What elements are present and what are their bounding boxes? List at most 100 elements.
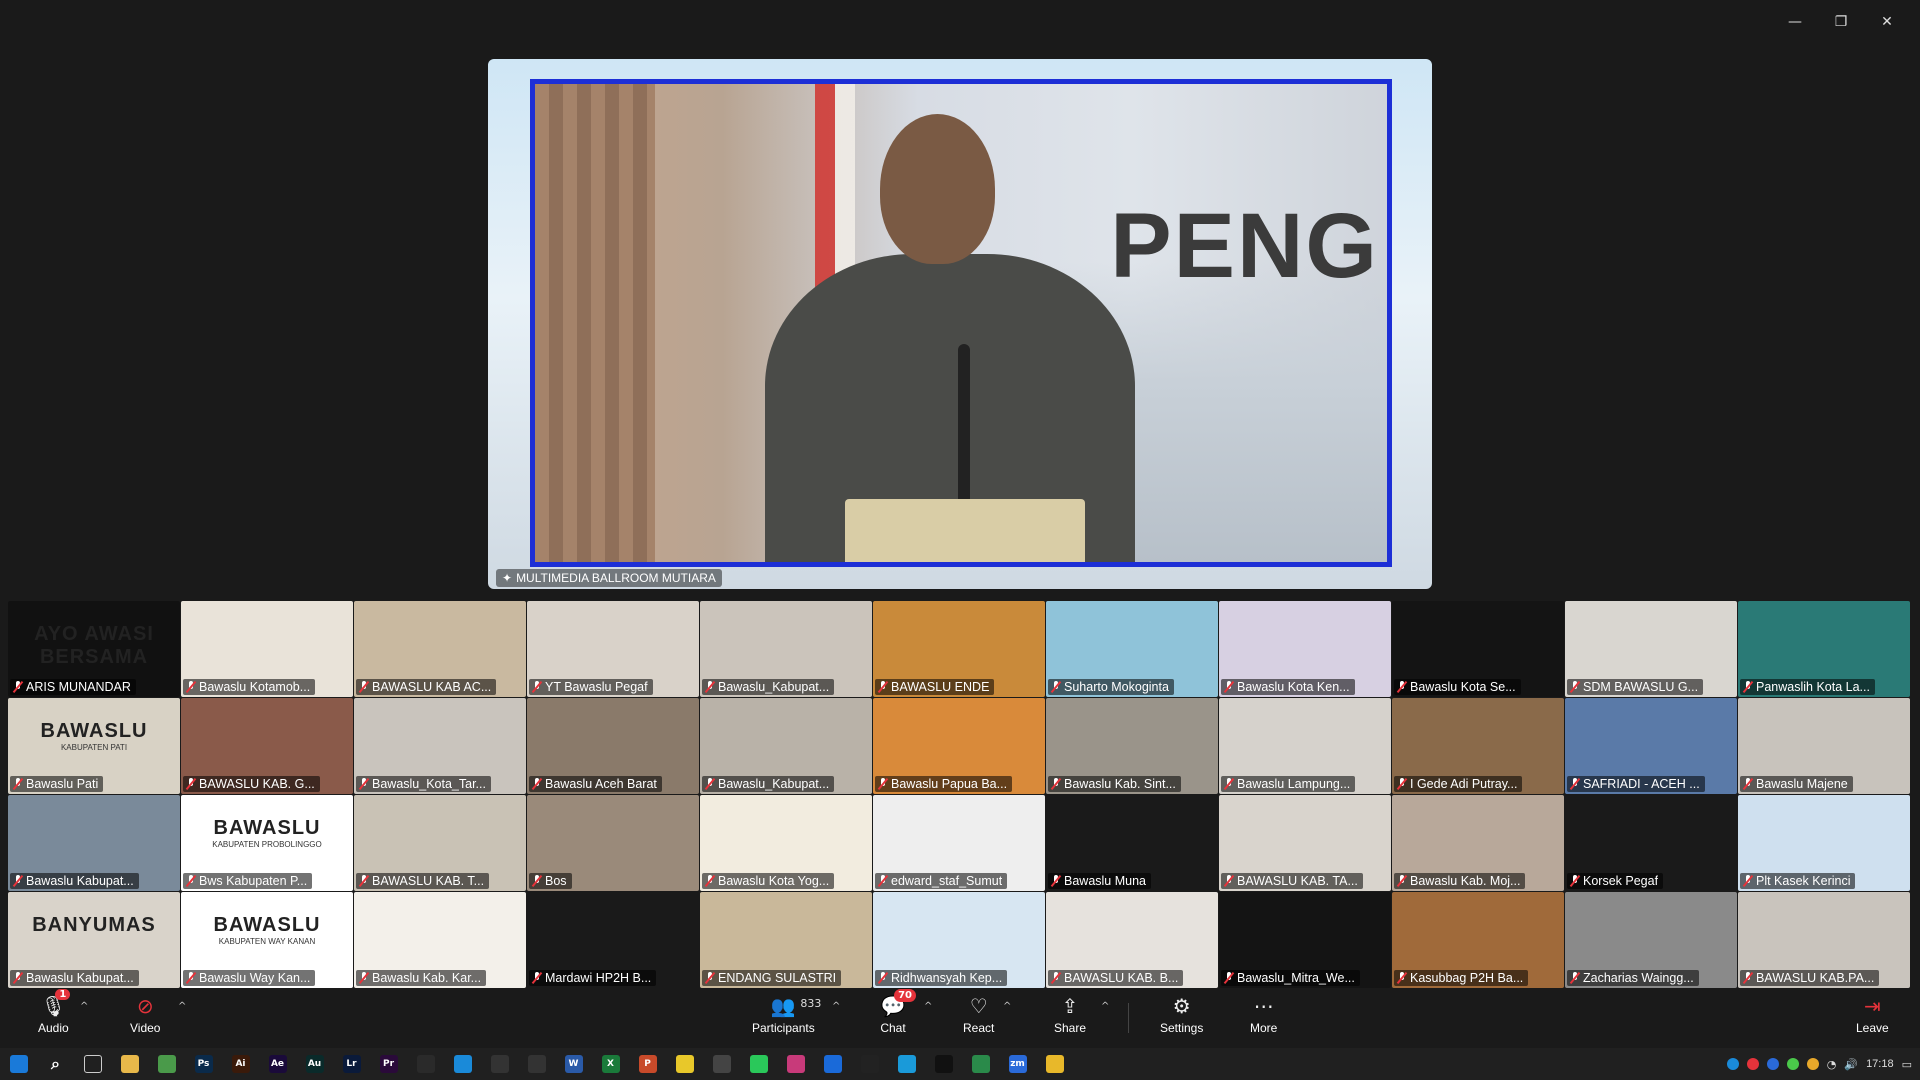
taskbar-app-button[interactable]: Ps bbox=[185, 1048, 222, 1080]
participant-tile[interactable]: Kasubbag P2H Ba... bbox=[1392, 892, 1564, 988]
taskbar-app-button[interactable] bbox=[703, 1048, 740, 1080]
search-button[interactable]: ⌕ bbox=[37, 1048, 74, 1080]
taskbar-app-button[interactable] bbox=[407, 1048, 444, 1080]
participant-tile[interactable]: Bawaslu Majene bbox=[1738, 698, 1910, 794]
participant-tile[interactable]: Bawaslu Kab. Sint... bbox=[1046, 698, 1218, 794]
audio-options-caret[interactable]: ^ bbox=[80, 1001, 88, 1012]
taskbar-app-button[interactable]: Pr bbox=[370, 1048, 407, 1080]
participant-tile[interactable]: Ridhwansyah Kep... bbox=[873, 892, 1045, 988]
taskbar-app-button[interactable] bbox=[444, 1048, 481, 1080]
participant-tile[interactable]: BAWASLU KAB.PA... bbox=[1738, 892, 1910, 988]
task-view-button[interactable] bbox=[74, 1048, 111, 1080]
participant-tile[interactable]: Bawaslu Muna bbox=[1046, 795, 1218, 891]
start-button[interactable] bbox=[0, 1048, 37, 1080]
participants-options-caret[interactable]: ^ bbox=[832, 1001, 840, 1012]
participant-tile[interactable]: Panwaslih Kota La... bbox=[1738, 601, 1910, 697]
participant-tile[interactable]: BAWASLU KAB. G... bbox=[181, 698, 353, 794]
participant-tile[interactable]: BAWASLU KAB. TA... bbox=[1219, 795, 1391, 891]
taskbar-app-button[interactable]: Ae bbox=[259, 1048, 296, 1080]
taskbar-app-button[interactable] bbox=[1036, 1048, 1073, 1080]
notification-icon[interactable]: ▭ bbox=[1902, 1058, 1912, 1071]
taskbar-app-button[interactable]: Lr bbox=[333, 1048, 370, 1080]
taskbar-app-button[interactable] bbox=[888, 1048, 925, 1080]
taskbar-app-button[interactable]: zm bbox=[999, 1048, 1036, 1080]
clock[interactable]: 17:18 bbox=[1866, 1058, 1894, 1070]
participant-tile[interactable]: YT Bawaslu Pegaf bbox=[527, 601, 699, 697]
video-button[interactable]: ⊘ Video bbox=[130, 994, 160, 1035]
taskbar-app-button[interactable] bbox=[925, 1048, 962, 1080]
participant-tile[interactable]: Bawaslu Lampung... bbox=[1219, 698, 1391, 794]
participant-tile[interactable]: I Gede Adi Putray... bbox=[1392, 698, 1564, 794]
minimize-button[interactable]: — bbox=[1772, 10, 1818, 34]
taskbar-app-button[interactable] bbox=[814, 1048, 851, 1080]
taskbar-app-button[interactable] bbox=[666, 1048, 703, 1080]
taskbar-app-button[interactable] bbox=[111, 1048, 148, 1080]
taskbar-app-button[interactable]: P bbox=[629, 1048, 666, 1080]
taskbar-app-button[interactable] bbox=[148, 1048, 185, 1080]
participant-tile[interactable]: BAWASLU ENDE bbox=[873, 601, 1045, 697]
taskbar-app-button[interactable]: Au bbox=[296, 1048, 333, 1080]
participant-tile[interactable]: Bawaslu_Kabupat... bbox=[700, 601, 872, 697]
participant-tile[interactable]: Bawaslu_Kabupat... bbox=[700, 698, 872, 794]
participant-tile[interactable]: Bawaslu_Mitra_We... bbox=[1219, 892, 1391, 988]
close-button[interactable]: ✕ bbox=[1864, 10, 1910, 34]
tray-app-icon[interactable] bbox=[1746, 1058, 1759, 1070]
share-button[interactable]: ⇪ Share bbox=[1054, 994, 1086, 1035]
video-options-caret[interactable]: ^ bbox=[178, 1001, 186, 1012]
participant-tile[interactable]: Bawaslu Kab. Moj... bbox=[1392, 795, 1564, 891]
participant-tile[interactable]: Korsek Pegaf bbox=[1565, 795, 1737, 891]
participant-tile[interactable]: ENDANG SULASTRI bbox=[700, 892, 872, 988]
participant-tile[interactable]: Bawaslu_Kota_Tar... bbox=[354, 698, 526, 794]
participant-tile[interactable]: Bawaslu Kabupat... bbox=[8, 795, 180, 891]
participant-tile[interactable]: BAWASLU KABUPATEN PATI Bawaslu Pati bbox=[8, 698, 180, 794]
participant-tile[interactable]: Bawaslu Papua Ba... bbox=[873, 698, 1045, 794]
audio-button[interactable]: 🎙 1 Audio bbox=[38, 989, 71, 1035]
maximize-button[interactable]: ❐ bbox=[1818, 10, 1864, 34]
participant-tile[interactable]: BAWASLU KABUPATEN PROBOLINGGO Bws Kabupate… bbox=[181, 795, 353, 891]
participant-tile[interactable]: BANYUMAS Bawaslu Kabupat... bbox=[8, 892, 180, 988]
participant-tile[interactable]: BAWASLU KAB. B... bbox=[1046, 892, 1218, 988]
chat-button[interactable]: 💬 70 Chat bbox=[880, 989, 916, 1035]
participant-tile[interactable]: Bawaslu Kota Ken... bbox=[1219, 601, 1391, 697]
taskbar-app-button[interactable] bbox=[481, 1048, 518, 1080]
react-button[interactable]: ♡ React bbox=[963, 994, 994, 1035]
participant-tile[interactable]: Suharto Mokoginta bbox=[1046, 601, 1218, 697]
taskbar-app-button[interactable]: W bbox=[555, 1048, 592, 1080]
taskbar-app-button[interactable] bbox=[962, 1048, 999, 1080]
participant-tile[interactable]: Plt Kasek Kerinci bbox=[1738, 795, 1910, 891]
participant-tile[interactable]: BAWASLU KAB. T... bbox=[354, 795, 526, 891]
taskbar-app-button[interactable] bbox=[851, 1048, 888, 1080]
taskbar-app-button[interactable]: Ai bbox=[222, 1048, 259, 1080]
tray-app-icon[interactable] bbox=[1726, 1058, 1739, 1070]
participant-tile[interactable]: Bawaslu Kota Se... bbox=[1392, 601, 1564, 697]
taskbar-app-button[interactable] bbox=[518, 1048, 555, 1080]
react-options-caret[interactable]: ^ bbox=[1003, 1001, 1011, 1012]
active-speaker-video[interactable]: PENG ✦ MULTIMEDIA BALLROOM MUTIARA bbox=[488, 59, 1432, 589]
participant-tile[interactable]: Bos bbox=[527, 795, 699, 891]
share-options-caret[interactable]: ^ bbox=[1101, 1001, 1109, 1012]
participant-tile[interactable]: BAWASLU KABUPATEN WAY KANAN Bawaslu Way Ka… bbox=[181, 892, 353, 988]
taskbar-app-button[interactable] bbox=[740, 1048, 777, 1080]
tray-app-icon[interactable] bbox=[1766, 1058, 1779, 1070]
leave-button[interactable]: ⇥ Leave bbox=[1856, 994, 1889, 1035]
chat-options-caret[interactable]: ^ bbox=[924, 1001, 932, 1012]
tray-app-icon[interactable] bbox=[1786, 1058, 1799, 1070]
taskbar-app-button[interactable] bbox=[777, 1048, 814, 1080]
participant-tile[interactable]: Bawaslu Kotamob... bbox=[181, 601, 353, 697]
participant-tile[interactable]: Bawaslu Kab. Kar... bbox=[354, 892, 526, 988]
participant-tile[interactable]: Zacharias Waingg... bbox=[1565, 892, 1737, 988]
taskbar-app-button[interactable]: X bbox=[592, 1048, 629, 1080]
settings-button[interactable]: ⚙ Settings bbox=[1160, 994, 1203, 1035]
wifi-icon[interactable]: ◔ bbox=[1827, 1058, 1837, 1071]
participant-tile[interactable]: Mardawi HP2H B... bbox=[527, 892, 699, 988]
participant-tile[interactable]: SAFRIADI - ACEH ... bbox=[1565, 698, 1737, 794]
participants-button[interactable]: 👥 833 Participants bbox=[752, 994, 821, 1035]
participant-tile[interactable]: edward_staf_Sumut bbox=[873, 795, 1045, 891]
participant-tile[interactable]: SDM BAWASLU G... bbox=[1565, 601, 1737, 697]
participant-tile[interactable]: Bawaslu Aceh Barat bbox=[527, 698, 699, 794]
participant-tile[interactable]: AYO AWASI BERSAMA ARIS MUNANDAR bbox=[8, 601, 180, 697]
volume-icon[interactable]: 🔊 bbox=[1844, 1058, 1858, 1071]
participant-tile[interactable]: Bawaslu Kota Yog... bbox=[700, 795, 872, 891]
tray-app-icon[interactable] bbox=[1806, 1058, 1819, 1070]
participant-tile[interactable]: BAWASLU KAB AC... bbox=[354, 601, 526, 697]
